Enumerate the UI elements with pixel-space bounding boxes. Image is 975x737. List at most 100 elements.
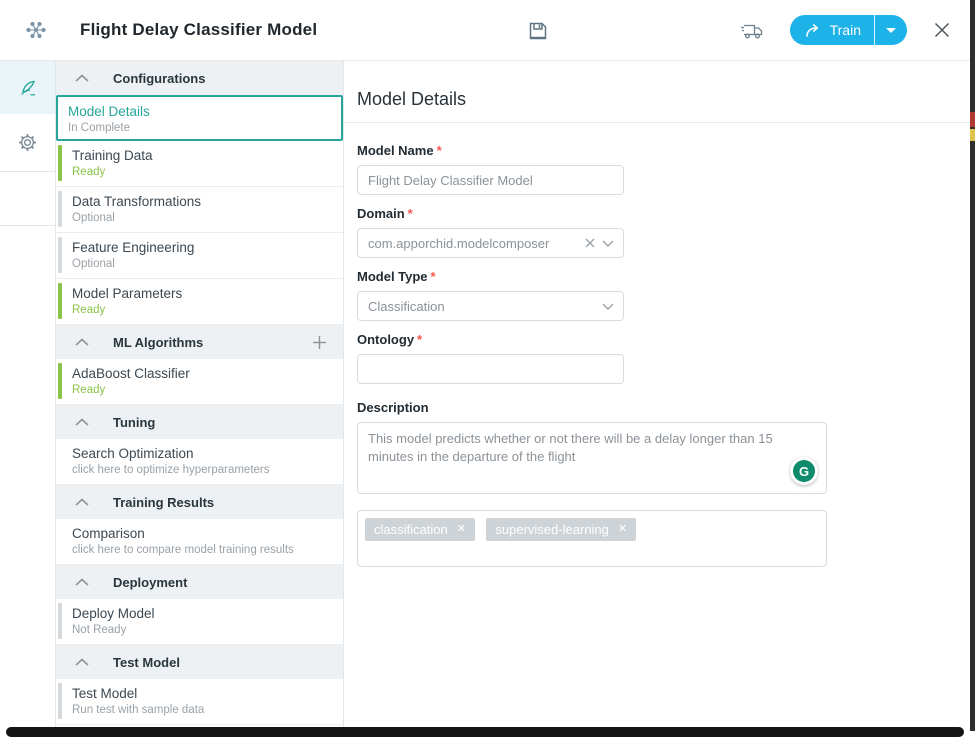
model-type-field: Model Type* Classification [357,269,975,321]
description-textarea[interactable]: This model predicts whether or not there… [357,422,827,494]
ontology-input[interactable] [357,354,624,384]
sidebar-item-search-optimization[interactable]: Search Optimization click here to optimi… [56,439,343,485]
item-status: Ready [72,384,335,396]
model-graph-icon [24,18,48,42]
item-title: Training Data [72,148,335,163]
add-algorithm-icon[interactable] [312,335,327,350]
train-split-button: Train [790,15,907,45]
model-details-form: Model Name* Domain* com.apporchid.modelc… [344,123,975,567]
sidebar-item-training-data[interactable]: Training Data Ready [56,141,343,187]
backdrop-fragment [970,112,975,127]
section-label: Tuning [113,415,155,430]
model-type-select[interactable]: Classification [357,291,624,321]
status-bar [58,145,62,181]
item-status: Optional [72,212,335,224]
train-button[interactable]: Train [790,15,874,45]
item-hint: click here to optimize hyperparameters [72,464,335,476]
rail-spacer [0,172,55,226]
grammarly-icon: G [793,460,815,482]
item-title: Data Transformations [72,194,335,209]
tag-chip: classification [365,518,475,541]
section-label: Configurations [113,71,205,86]
chevron-down-icon[interactable] [602,240,614,247]
sidebar-item-deploy-model[interactable]: Deploy Model Not Ready [56,599,343,645]
sidebar-item-test-model[interactable]: Test Model Run test with sample data [56,679,343,725]
model-type-label: Model Type* [357,269,975,284]
status-bar [58,683,62,719]
model-composer-window: Flight Delay Classifier Model [0,0,975,737]
section-label: ML Algorithms [113,335,203,350]
chevron-up-icon [75,333,89,351]
item-hint: Run test with sample data [72,704,335,716]
domain-select[interactable]: com.apporchid.modelcomposer [357,228,624,258]
required-asterisk: * [437,143,442,158]
domain-value: com.apporchid.modelcomposer [368,236,585,251]
item-title: Feature Engineering [72,240,335,255]
status-bar [58,191,62,227]
domain-field: Domain* com.apporchid.modelcomposer [357,206,975,258]
item-title: Search Optimization [72,446,335,461]
edit-pen-icon [18,78,38,98]
rail-tab-edit[interactable] [0,61,55,114]
header-actions: Train [740,15,951,45]
model-type-value: Classification [368,299,602,314]
section-header-configurations[interactable]: Configurations [56,61,343,95]
sidebar-item-model-details[interactable]: Model Details In Complete [56,95,343,141]
chevron-up-icon [75,573,89,591]
remove-tag-icon[interactable] [457,524,466,535]
panel-title: Model Details [357,89,466,110]
close-icon [933,21,951,39]
item-title: Comparison [72,526,335,541]
grammarly-button[interactable]: G [790,457,818,485]
model-name-label: Model Name* [357,143,975,158]
model-name-input[interactable] [357,165,624,195]
left-rail [0,61,56,728]
section-header-tuning[interactable]: Tuning [56,405,343,439]
section-label: Deployment [113,575,187,590]
sidebar-item-data-transformations[interactable]: Data Transformations Optional [56,187,343,233]
section-header-training-results[interactable]: Training Results [56,485,343,519]
window-backdrop-bottom [6,727,964,737]
close-button[interactable] [933,21,951,39]
chevron-up-icon [75,653,89,671]
tags-input-box[interactable]: classification supervised-learning [357,510,827,567]
required-asterisk: * [431,269,436,284]
sidebar: Configurations Model Details In Complete… [56,61,344,728]
sidebar-item-feature-engineering[interactable]: Feature Engineering Optional [56,233,343,279]
train-dropdown-button[interactable] [875,15,907,45]
deploy-truck-button[interactable] [740,21,764,40]
save-button[interactable] [526,19,550,43]
description-label: Description [357,400,975,415]
chevron-down-icon[interactable] [602,303,614,310]
chevron-down-icon [886,28,896,33]
status-bar [58,237,62,273]
status-bar [58,283,62,319]
section-header-deployment[interactable]: Deployment [56,565,343,599]
sidebar-item-comparison[interactable]: Comparison click here to compare model t… [56,519,343,565]
rail-tab-settings[interactable] [0,114,55,172]
item-status: In Complete [68,122,333,134]
clear-icon[interactable] [585,238,595,248]
section-label: Test Model [113,655,180,670]
item-title: AdaBoost Classifier [72,366,335,381]
section-label: Training Results [113,495,214,510]
item-title: Test Model [72,686,335,701]
domain-label: Domain* [357,206,975,221]
ontology-label: Ontology* [357,332,975,347]
section-header-test-model[interactable]: Test Model [56,645,343,679]
item-title: Model Details [68,104,333,119]
header: Flight Delay Classifier Model [0,0,975,61]
status-bar [58,603,62,639]
tag-label: classification [374,522,448,537]
chevron-up-icon [75,413,89,431]
chevron-up-icon [75,69,89,87]
section-header-ml-algorithms[interactable]: ML Algorithms [56,325,343,359]
sidebar-item-adaboost-classifier[interactable]: AdaBoost Classifier Ready [56,359,343,405]
status-bar [58,363,62,399]
sidebar-item-model-parameters[interactable]: Model Parameters Ready [56,279,343,325]
remove-tag-icon[interactable] [618,524,627,535]
item-status: Ready [72,166,335,178]
train-button-label: Train [830,22,861,38]
tag-chip: supervised-learning [486,518,636,541]
item-status: Optional [72,258,335,270]
